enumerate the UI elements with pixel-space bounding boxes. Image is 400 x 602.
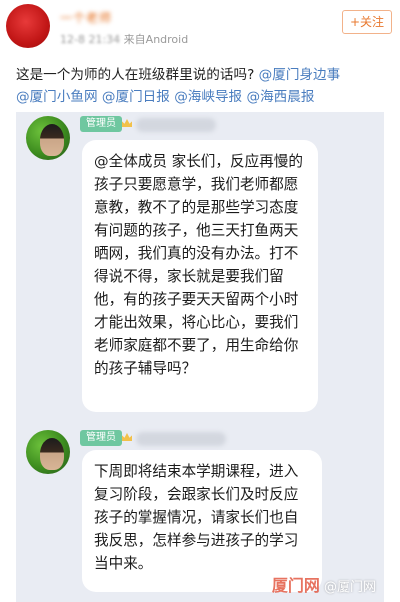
follow-button[interactable]: +关注: [342, 10, 392, 34]
post-source: 来自Android: [123, 33, 189, 46]
mention-link[interactable]: @厦门日报: [102, 89, 170, 105]
sender-avatar: [26, 430, 70, 474]
sender-name-redacted: [136, 432, 226, 446]
post-time: 12-8 21:34: [60, 33, 121, 46]
sender-avatar: [26, 116, 70, 160]
watermark-text: @厦门网: [323, 580, 376, 595]
mention-link[interactable]: @海峡导报: [174, 89, 242, 105]
message-bubble: 下周即将结束本学期课程，进入复习阶段，会跟家长们及时反应孩子的掌握情况，请家长们…: [82, 450, 322, 592]
author-name[interactable]: 一个老师: [60, 9, 112, 26]
admin-badge: 管理员: [80, 116, 122, 132]
post-meta: 12-8 21:34 来自Android: [60, 31, 188, 47]
post-text: 这是一个为师的人在班级群里说的话吗?: [16, 67, 255, 83]
message-bubble: @全体成员 家长们，反应再慢的孩子只要愿意学，我们老师都愿意教，教不了的是那些学…: [82, 140, 318, 412]
post-header: 一个老师 12-8 21:34 来自Android +关注: [0, 0, 400, 58]
crown-icon: [122, 433, 132, 441]
mention-link[interactable]: @海西晨报: [246, 89, 314, 105]
watermark-logo-icon: 厦门网: [271, 576, 320, 595]
author-avatar[interactable]: [6, 4, 50, 48]
chat-screenshot-image[interactable]: 管理员 @全体成员 家长们，反应再慢的孩子只要愿意学，我们老师都愿意教，教不了的…: [16, 112, 384, 602]
admin-badge: 管理员: [80, 430, 122, 446]
crown-icon: [122, 119, 132, 127]
mention-link[interactable]: @厦门小鱼网: [16, 89, 98, 105]
post-body: 这是一个为师的人在班级群里说的话吗? @厦门身边事 @厦门小鱼网 @厦门日报 @…: [16, 64, 392, 108]
mention-link[interactable]: @厦门身边事: [259, 67, 341, 83]
watermark: 厦门网 @厦门网: [272, 572, 376, 596]
sender-name-redacted: [136, 118, 216, 132]
